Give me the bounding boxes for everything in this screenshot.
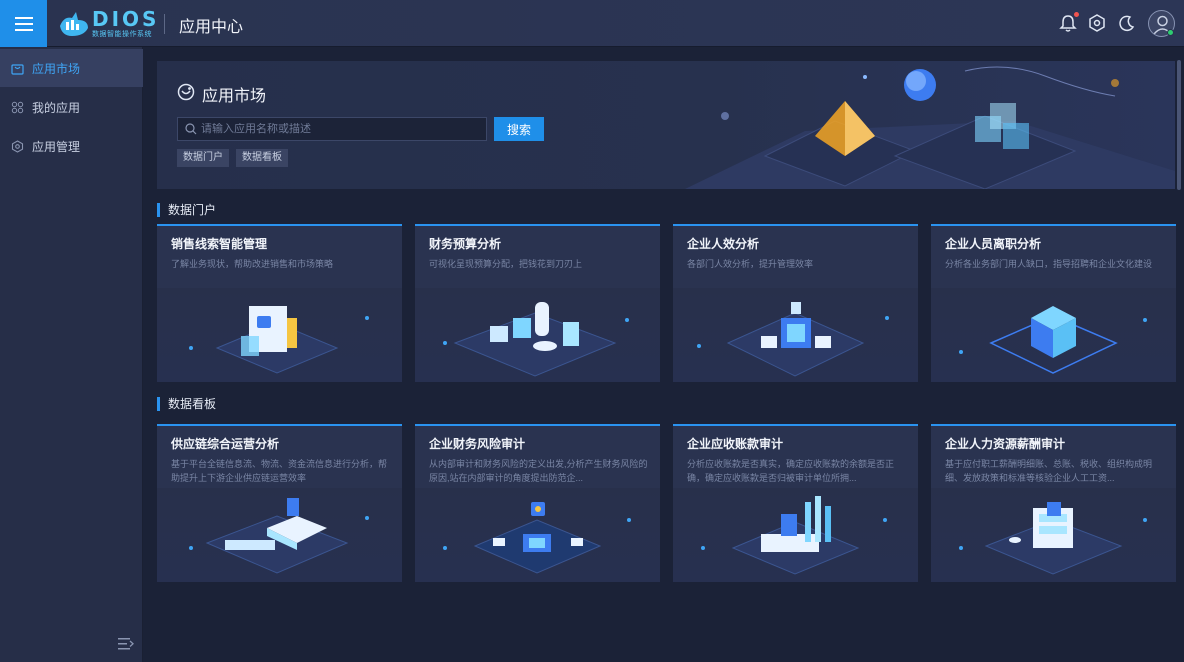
section-title-data-portal: 数据门户 <box>157 203 216 217</box>
sidebar-item-label: 我的应用 <box>32 100 81 115</box>
card-title: 企业人员离职分析 <box>945 237 1042 251</box>
search-button[interactable]: 搜索 <box>494 117 544 141</box>
card-title: 企业财务风险审计 <box>429 437 526 451</box>
search-icon <box>185 123 197 135</box>
card-title: 供应链综合运营分析 <box>171 437 280 451</box>
card-description: 基于平台全链信息流、物流、资金流信息进行分析，帮助提升上下游企业供应链运营效率 <box>171 459 388 483</box>
search-box <box>177 117 487 141</box>
logo-wordmark: DIOS <box>92 7 160 31</box>
section-title-data-dashboard: 数据看板 <box>157 397 216 411</box>
search-input[interactable] <box>201 123 481 135</box>
sidebar-item-label: 应用市场 <box>32 61 81 76</box>
card-title: 企业人力资源薪酬审计 <box>945 437 1066 451</box>
receivables-illustration <box>673 488 918 582</box>
header-divider <box>164 14 165 34</box>
gear-icon <box>11 139 24 153</box>
app-card[interactable]: 供应链综合运营分析 基于平台全链信息流、物流、资金流信息进行分析，帮助提升上下游… <box>157 424 402 582</box>
financial-risk-illustration <box>415 488 660 582</box>
budget-illustration <box>415 288 660 382</box>
card-description: 分析各业务部门用人缺口，指导招聘和企业文化建设 <box>945 259 1153 269</box>
sidebar-item-my-apps[interactable]: 我的应用 <box>0 88 143 126</box>
notification-dot <box>1074 12 1079 17</box>
collapse-sidebar-icon[interactable] <box>118 637 134 651</box>
card-title: 企业应收账款审计 <box>687 437 784 451</box>
card-description: 分析应收账款是否真实，确定应收账款的余额是否正确，确定应收账款是否归被审计单位所… <box>687 459 895 483</box>
logo-icon <box>60 12 88 36</box>
sales-lead-illustration <box>157 288 402 382</box>
app-card[interactable]: 企业应收账款审计 分析应收账款是否真实，确定应收账款的余额是否正确，确定应收账款… <box>673 424 918 582</box>
app-card[interactable]: 销售线索智能管理 了解业务现状，帮助改进销售和市场策略 <box>157 224 402 382</box>
app-card[interactable]: 企业财务风险审计 从内部审计和财务风险的定义出发,分析产生财务风险的原因,站在内… <box>415 424 660 582</box>
settings-icon[interactable] <box>1087 13 1107 33</box>
page-title: 应用中心 <box>179 19 244 36</box>
card-description: 了解业务现状，帮助改进销售和市场策略 <box>171 259 334 269</box>
grid-icon <box>11 101 24 113</box>
sidebar-item-label: 应用管理 <box>32 139 81 154</box>
card-title: 企业人效分析 <box>687 237 760 251</box>
card-description: 基于应付职工薪酬明细账、总账、税收、组织构成明细、发放政策和标准等核验企业人工工… <box>945 459 1153 483</box>
sidebar-item-app-market[interactable]: 应用市场 <box>0 49 143 87</box>
efficiency-illustration <box>673 288 918 382</box>
hero-banner: 应用市场 搜索 数据门户 数据看板 <box>157 61 1175 189</box>
moon-icon[interactable] <box>1117 13 1137 33</box>
card-title: 销售线索智能管理 <box>171 237 268 251</box>
turnover-illustration <box>931 288 1176 382</box>
top-bar: DIOS 数据智能操作系统 应用中心 <box>0 0 1184 47</box>
card-description: 可视化呈现预算分配，把钱花到刀刃上 <box>429 259 583 269</box>
supply-chain-illustration <box>157 488 402 582</box>
app-card[interactable]: 财务预算分析 可视化呈现预算分配，把钱花到刀刃上 <box>415 224 660 382</box>
market-icon <box>177 83 195 101</box>
store-icon <box>11 63 24 75</box>
hero-illustration <box>685 66 1175 189</box>
logo-subtitle: 数据智能操作系统 <box>92 31 152 38</box>
tag-data-dashboard[interactable]: 数据看板 <box>236 149 288 167</box>
sidebar-item-app-management[interactable]: 应用管理 <box>0 127 143 165</box>
hamburger-icon <box>14 16 33 31</box>
app-card[interactable]: 企业人员离职分析 分析各业务部门用人缺口，指导招聘和企业文化建设 <box>931 224 1176 382</box>
card-description: 从内部审计和财务风险的定义出发,分析产生财务风险的原因,站在内部审计的角度提出防… <box>429 459 648 483</box>
tag-data-portal[interactable]: 数据门户 <box>177 149 229 167</box>
online-status-dot <box>1167 29 1174 36</box>
card-description: 各部门人效分析，提升管理效率 <box>687 259 814 269</box>
scrollbar[interactable] <box>1177 60 1181 190</box>
app-card[interactable]: 企业人效分析 各部门人效分析，提升管理效率 <box>673 224 918 382</box>
card-title: 财务预算分析 <box>429 237 502 251</box>
app-card[interactable]: 企业人力资源薪酬审计 基于应付职工薪酬明细账、总账、税收、组织构成明细、发放政策… <box>931 424 1176 582</box>
hero-title: 应用市场 <box>202 88 267 105</box>
menu-toggle-button[interactable] <box>0 0 47 47</box>
main-content: 应用市场 搜索 数据门户 数据看板 数据门户 <box>143 47 1184 662</box>
sidebar: 应用市场 我的应用 应用管理 <box>0 47 143 662</box>
payroll-illustration <box>931 488 1176 582</box>
